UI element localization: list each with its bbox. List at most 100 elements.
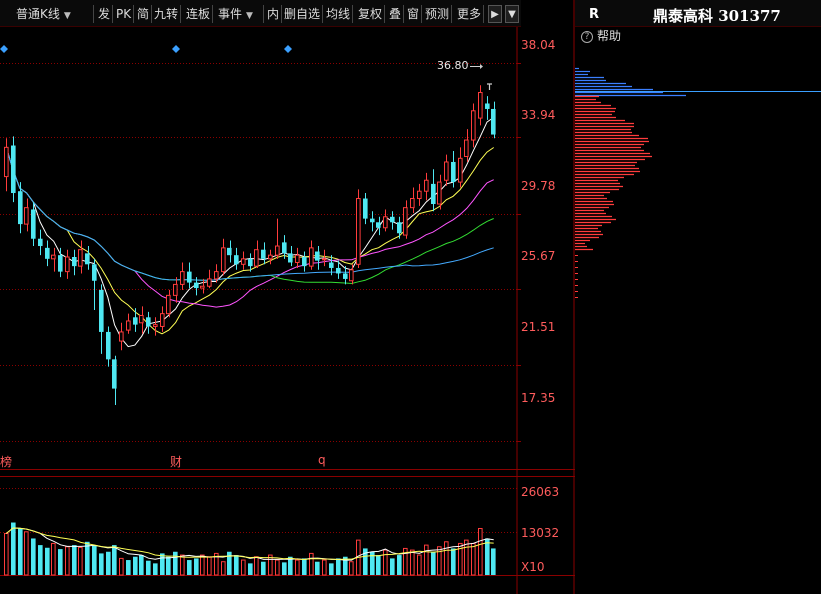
candle-body — [390, 216, 395, 223]
volume-bar — [187, 560, 192, 575]
candle-body — [31, 209, 36, 239]
volume-bar — [261, 561, 266, 575]
candle-body — [491, 108, 496, 135]
volume-bar — [478, 528, 483, 576]
candle-body — [315, 251, 320, 261]
volume-bar — [275, 559, 280, 576]
volume-bar — [45, 547, 50, 575]
price-tick-label: 17.35 — [521, 391, 556, 405]
volume-bar — [126, 560, 131, 575]
volume-bar — [65, 546, 70, 576]
volume-bar — [390, 558, 395, 575]
candle-body — [11, 145, 16, 194]
candlestick-chart[interactable] — [0, 0, 575, 594]
volume-bar — [471, 542, 476, 576]
volume-bar — [133, 556, 138, 575]
price-tick-label: 29.78 — [521, 179, 556, 193]
volume-bar — [302, 558, 307, 575]
candle-body — [343, 273, 348, 279]
price-tick-label: 21.51 — [521, 320, 556, 334]
candle-body — [309, 247, 314, 267]
volume-bar — [38, 545, 43, 575]
volume-bar — [282, 562, 287, 575]
candle-body — [403, 207, 408, 236]
volume-bar — [221, 561, 226, 576]
volume-bar — [254, 556, 259, 576]
volume-bar — [146, 560, 151, 575]
candle-body — [200, 285, 205, 289]
volume-bar — [315, 561, 320, 575]
volume-bar — [173, 551, 178, 575]
candle-body — [376, 222, 381, 228]
candle-body — [322, 258, 327, 261]
candle-body — [146, 317, 151, 327]
candle-body — [207, 278, 212, 287]
candle-body — [349, 269, 354, 282]
candle-body — [268, 254, 273, 260]
volume-bar — [58, 549, 63, 575]
volume-bar — [11, 522, 16, 575]
volume-bar — [72, 545, 77, 575]
candle-body — [187, 271, 192, 283]
volume-bar — [383, 549, 388, 576]
volume-bar — [139, 555, 144, 575]
event-marker[interactable]: q — [318, 453, 326, 467]
volume-bar — [491, 548, 496, 575]
volume-bar — [309, 552, 314, 576]
candle-body — [437, 181, 442, 205]
candle-body — [424, 179, 429, 192]
volume-bar — [417, 554, 422, 576]
chart-background — [0, 27, 575, 594]
candle-body — [58, 255, 63, 272]
candle-body — [106, 331, 111, 360]
candle-body — [173, 283, 178, 296]
max-price-label: 36.80 — [437, 59, 469, 72]
candle-body — [356, 198, 361, 265]
volume-bar — [78, 546, 83, 576]
price-tick-label: 38.04 — [521, 38, 556, 52]
event-marker[interactable]: 榜 — [0, 453, 12, 470]
volume-bar — [119, 557, 124, 576]
candle-body — [336, 267, 341, 274]
volume-bar — [444, 541, 449, 576]
candle-body — [417, 190, 422, 200]
candle-body — [295, 254, 300, 263]
volume-bar — [24, 531, 29, 576]
volume-bar — [194, 558, 199, 575]
stock-chart-app: 普通K线 ▼ 发 PK 简 九转 连板 事件 ▼ 内 删自选 均线 复权 叠 窗 预… — [0, 0, 821, 594]
candle-body — [254, 249, 259, 267]
candle-body — [126, 320, 131, 331]
volume-bar — [112, 545, 117, 575]
candle-body — [282, 242, 287, 254]
candle-body — [180, 271, 185, 285]
candle-body — [153, 324, 158, 327]
candle-body — [458, 157, 463, 183]
candle-body — [51, 254, 56, 260]
volume-bar — [106, 551, 111, 575]
volume-bar — [207, 556, 212, 576]
candle-body — [221, 247, 226, 273]
volume-bar — [200, 554, 205, 576]
volume-bar — [234, 555, 239, 575]
volume-bar — [410, 549, 415, 576]
candle-body — [383, 216, 388, 229]
event-marker[interactable]: 财 — [170, 453, 182, 470]
candle-body — [78, 249, 83, 267]
candle-body — [18, 191, 23, 225]
candle-body — [248, 258, 253, 267]
candle-body — [234, 255, 239, 265]
volume-bar — [349, 561, 354, 576]
candle-body — [72, 257, 77, 267]
candle-body — [194, 282, 199, 289]
candle-body — [444, 161, 449, 181]
volume-bar — [485, 538, 490, 575]
candle-body — [119, 331, 124, 342]
volume-bar — [92, 545, 97, 575]
candle-body — [65, 256, 70, 273]
candle-body — [24, 207, 29, 225]
candle-body — [464, 139, 469, 157]
candle-body — [227, 247, 232, 256]
candle-body — [85, 253, 90, 265]
candle-body — [45, 247, 50, 259]
candle-body — [241, 258, 246, 265]
